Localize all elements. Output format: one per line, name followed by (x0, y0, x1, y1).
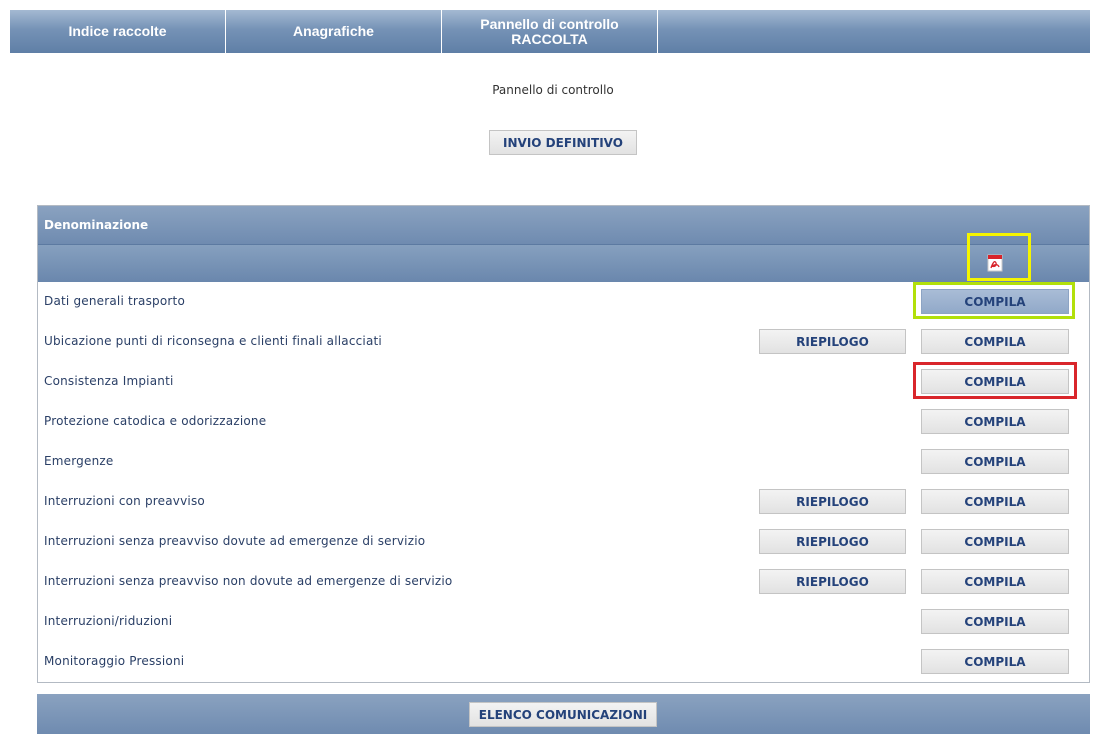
pdf-icon[interactable] (987, 254, 1003, 272)
table-subheader (38, 244, 1089, 282)
compila-button[interactable]: COMPILA (921, 609, 1069, 634)
compila-button[interactable]: COMPILA (921, 569, 1069, 594)
row-label: Interruzioni con preavviso (44, 494, 205, 508)
row-label: Interruzioni senza preavviso non dovute … (44, 574, 453, 588)
compila-button[interactable]: COMPILA (921, 409, 1069, 434)
nav-pannello-line1: Pannello di controllo (480, 15, 619, 32)
compila-button[interactable]: COMPILA (921, 289, 1069, 314)
compila-button[interactable]: COMPILA (921, 329, 1069, 354)
top-nav-bar: Indice raccolte Anagrafiche Pannello di … (10, 10, 1090, 53)
table-row: Dati generali trasporto COMPILA (38, 282, 1089, 321)
riepilogo-button[interactable]: RIEPILOGO (759, 489, 906, 514)
compila-button[interactable]: COMPILA (921, 489, 1069, 514)
table-row: Ubicazione punti di riconsegna e clienti… (38, 322, 1089, 361)
riepilogo-button[interactable]: RIEPILOGO (759, 529, 906, 554)
table-header: Denominazione (38, 206, 1089, 244)
invio-definitivo-button[interactable]: INVIO DEFINITIVO (489, 130, 637, 155)
compila-button[interactable]: COMPILA (921, 529, 1069, 554)
table-row: Interruzioni/riduzioni COMPILA (38, 602, 1089, 641)
table-row: Interruzioni senza preavviso non dovute … (38, 562, 1089, 601)
row-label: Interruzioni/riduzioni (44, 614, 173, 628)
raccolta-table: Denominazione Dati generali trasporto COM… (37, 205, 1090, 683)
table-row: Monitoraggio Pressioni COMPILA (38, 642, 1089, 681)
table-row: Consistenza Impianti COMPILA (38, 362, 1089, 401)
row-label: Interruzioni senza preavviso dovute ad e… (44, 534, 426, 548)
row-label: Protezione catodica e odorizzazione (44, 414, 267, 428)
riepilogo-button[interactable]: RIEPILOGO (759, 569, 906, 594)
nav-anagrafiche[interactable]: Anagrafiche (226, 10, 442, 53)
denominazione-header: Denominazione (44, 218, 149, 232)
row-label: Ubicazione punti di riconsegna e clienti… (44, 334, 382, 348)
row-label: Consistenza Impianti (44, 374, 174, 388)
page-title: Pannello di controllo (492, 83, 614, 97)
compila-button[interactable]: COMPILA (921, 369, 1069, 394)
table-footer: ELENCO COMUNICAZIONI (37, 694, 1090, 734)
table-row: Emergenze COMPILA (38, 442, 1089, 481)
table-row: Interruzioni senza preavviso dovute ad e… (38, 522, 1089, 561)
elenco-comunicazioni-button[interactable]: ELENCO COMUNICAZIONI (469, 702, 657, 727)
nav-pannello-line2: RACCOLTA (511, 30, 588, 47)
nav-pannello-controllo[interactable]: Pannello di controllo RACCOLTA (442, 10, 658, 53)
row-label: Monitoraggio Pressioni (44, 654, 185, 668)
row-label: Dati generali trasporto (44, 294, 185, 308)
table-row: Protezione catodica e odorizzazione COMPI… (38, 402, 1089, 441)
nav-indice-raccolte[interactable]: Indice raccolte (10, 10, 226, 53)
compila-button[interactable]: COMPILA (921, 649, 1069, 674)
row-label: Emergenze (44, 454, 114, 468)
compila-button[interactable]: COMPILA (921, 449, 1069, 474)
riepilogo-button[interactable]: RIEPILOGO (759, 329, 906, 354)
table-row: Interruzioni con preavviso RIEPILOGO COMPI… (38, 482, 1089, 521)
